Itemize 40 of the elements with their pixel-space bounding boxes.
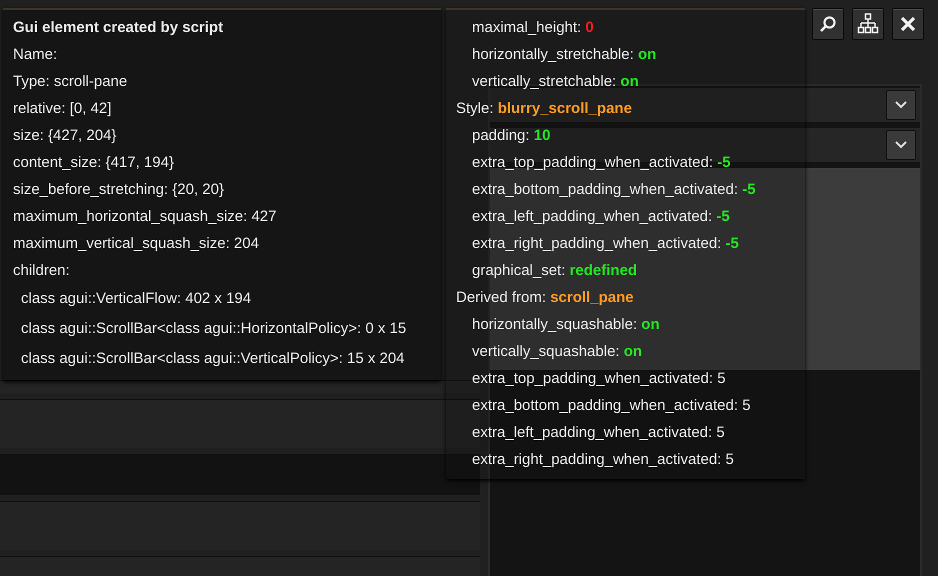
chevron-icon (895, 101, 907, 109)
hierarchy-button[interactable] (852, 8, 884, 40)
hierarchy-icon (857, 13, 879, 35)
property-line: padding: 10 (471, 126, 552, 146)
close-button[interactable] (892, 8, 924, 40)
property-line: Name: (12, 45, 58, 65)
property-line: extra_top_padding_when_activated: -5 (471, 153, 732, 173)
property-line: maximum_vertical_squash_size: 204 (12, 234, 260, 254)
property-line: extra_top_padding_when_activated: 5 (471, 369, 727, 389)
close-icon (900, 16, 916, 32)
property-line: maximum_horizontal_squash_size: 427 (12, 207, 278, 227)
section-line: Derived from: scroll_pane (455, 288, 635, 308)
property-line: Type: scroll-pane (12, 72, 128, 92)
tooltip-title: Gui element created by script (12, 18, 224, 38)
search-button[interactable] (812, 8, 844, 40)
property-line: horizontally_squashable: on (471, 315, 661, 335)
dropdown-button[interactable] (886, 130, 916, 160)
property-line: content_size: {417, 194} (12, 153, 175, 173)
property-line: vertically_squashable: on (471, 342, 644, 362)
section-line: Style: blurry_scroll_pane (455, 99, 633, 119)
property-line: extra_left_padding_when_activated: -5 (471, 207, 731, 227)
property-line: extra_left_padding_when_activated: 5 (471, 423, 726, 443)
property-line: extra_right_padding_when_activated: -5 (471, 234, 740, 254)
children-label: children: (12, 261, 71, 281)
property-line: vertically_stretchable: on (471, 72, 640, 92)
search-icon (819, 15, 837, 33)
property-line: maximal_height: 0 (471, 18, 595, 38)
property-line: relative: [0, 42] (12, 99, 112, 119)
chevron-icon (895, 141, 907, 149)
property-line: extra_bottom_padding_when_activated: 5 (471, 396, 752, 416)
property-line: size_before_stretching: {20, 20} (12, 180, 225, 200)
child-line: class agui::VerticalFlow: 402 x 194 (20, 289, 252, 309)
dropdown-button[interactable] (886, 90, 916, 120)
child-line: class agui::ScrollBar<class agui::HorizontalPolicy>: 0 x 15 (20, 319, 408, 339)
child-line: class agui::ScrollBar<class agui::VerticalPolicy>: 15 x 204 (20, 349, 406, 369)
property-line: graphical_set: redefined (471, 261, 638, 281)
property-line: extra_right_padding_when_activated: 5 (471, 450, 735, 470)
property-line: horizontally_stretchable: on (471, 45, 658, 65)
property-line: extra_bottom_padding_when_activated: -5 (471, 180, 757, 200)
property-line: size: {427, 204} (12, 126, 118, 146)
